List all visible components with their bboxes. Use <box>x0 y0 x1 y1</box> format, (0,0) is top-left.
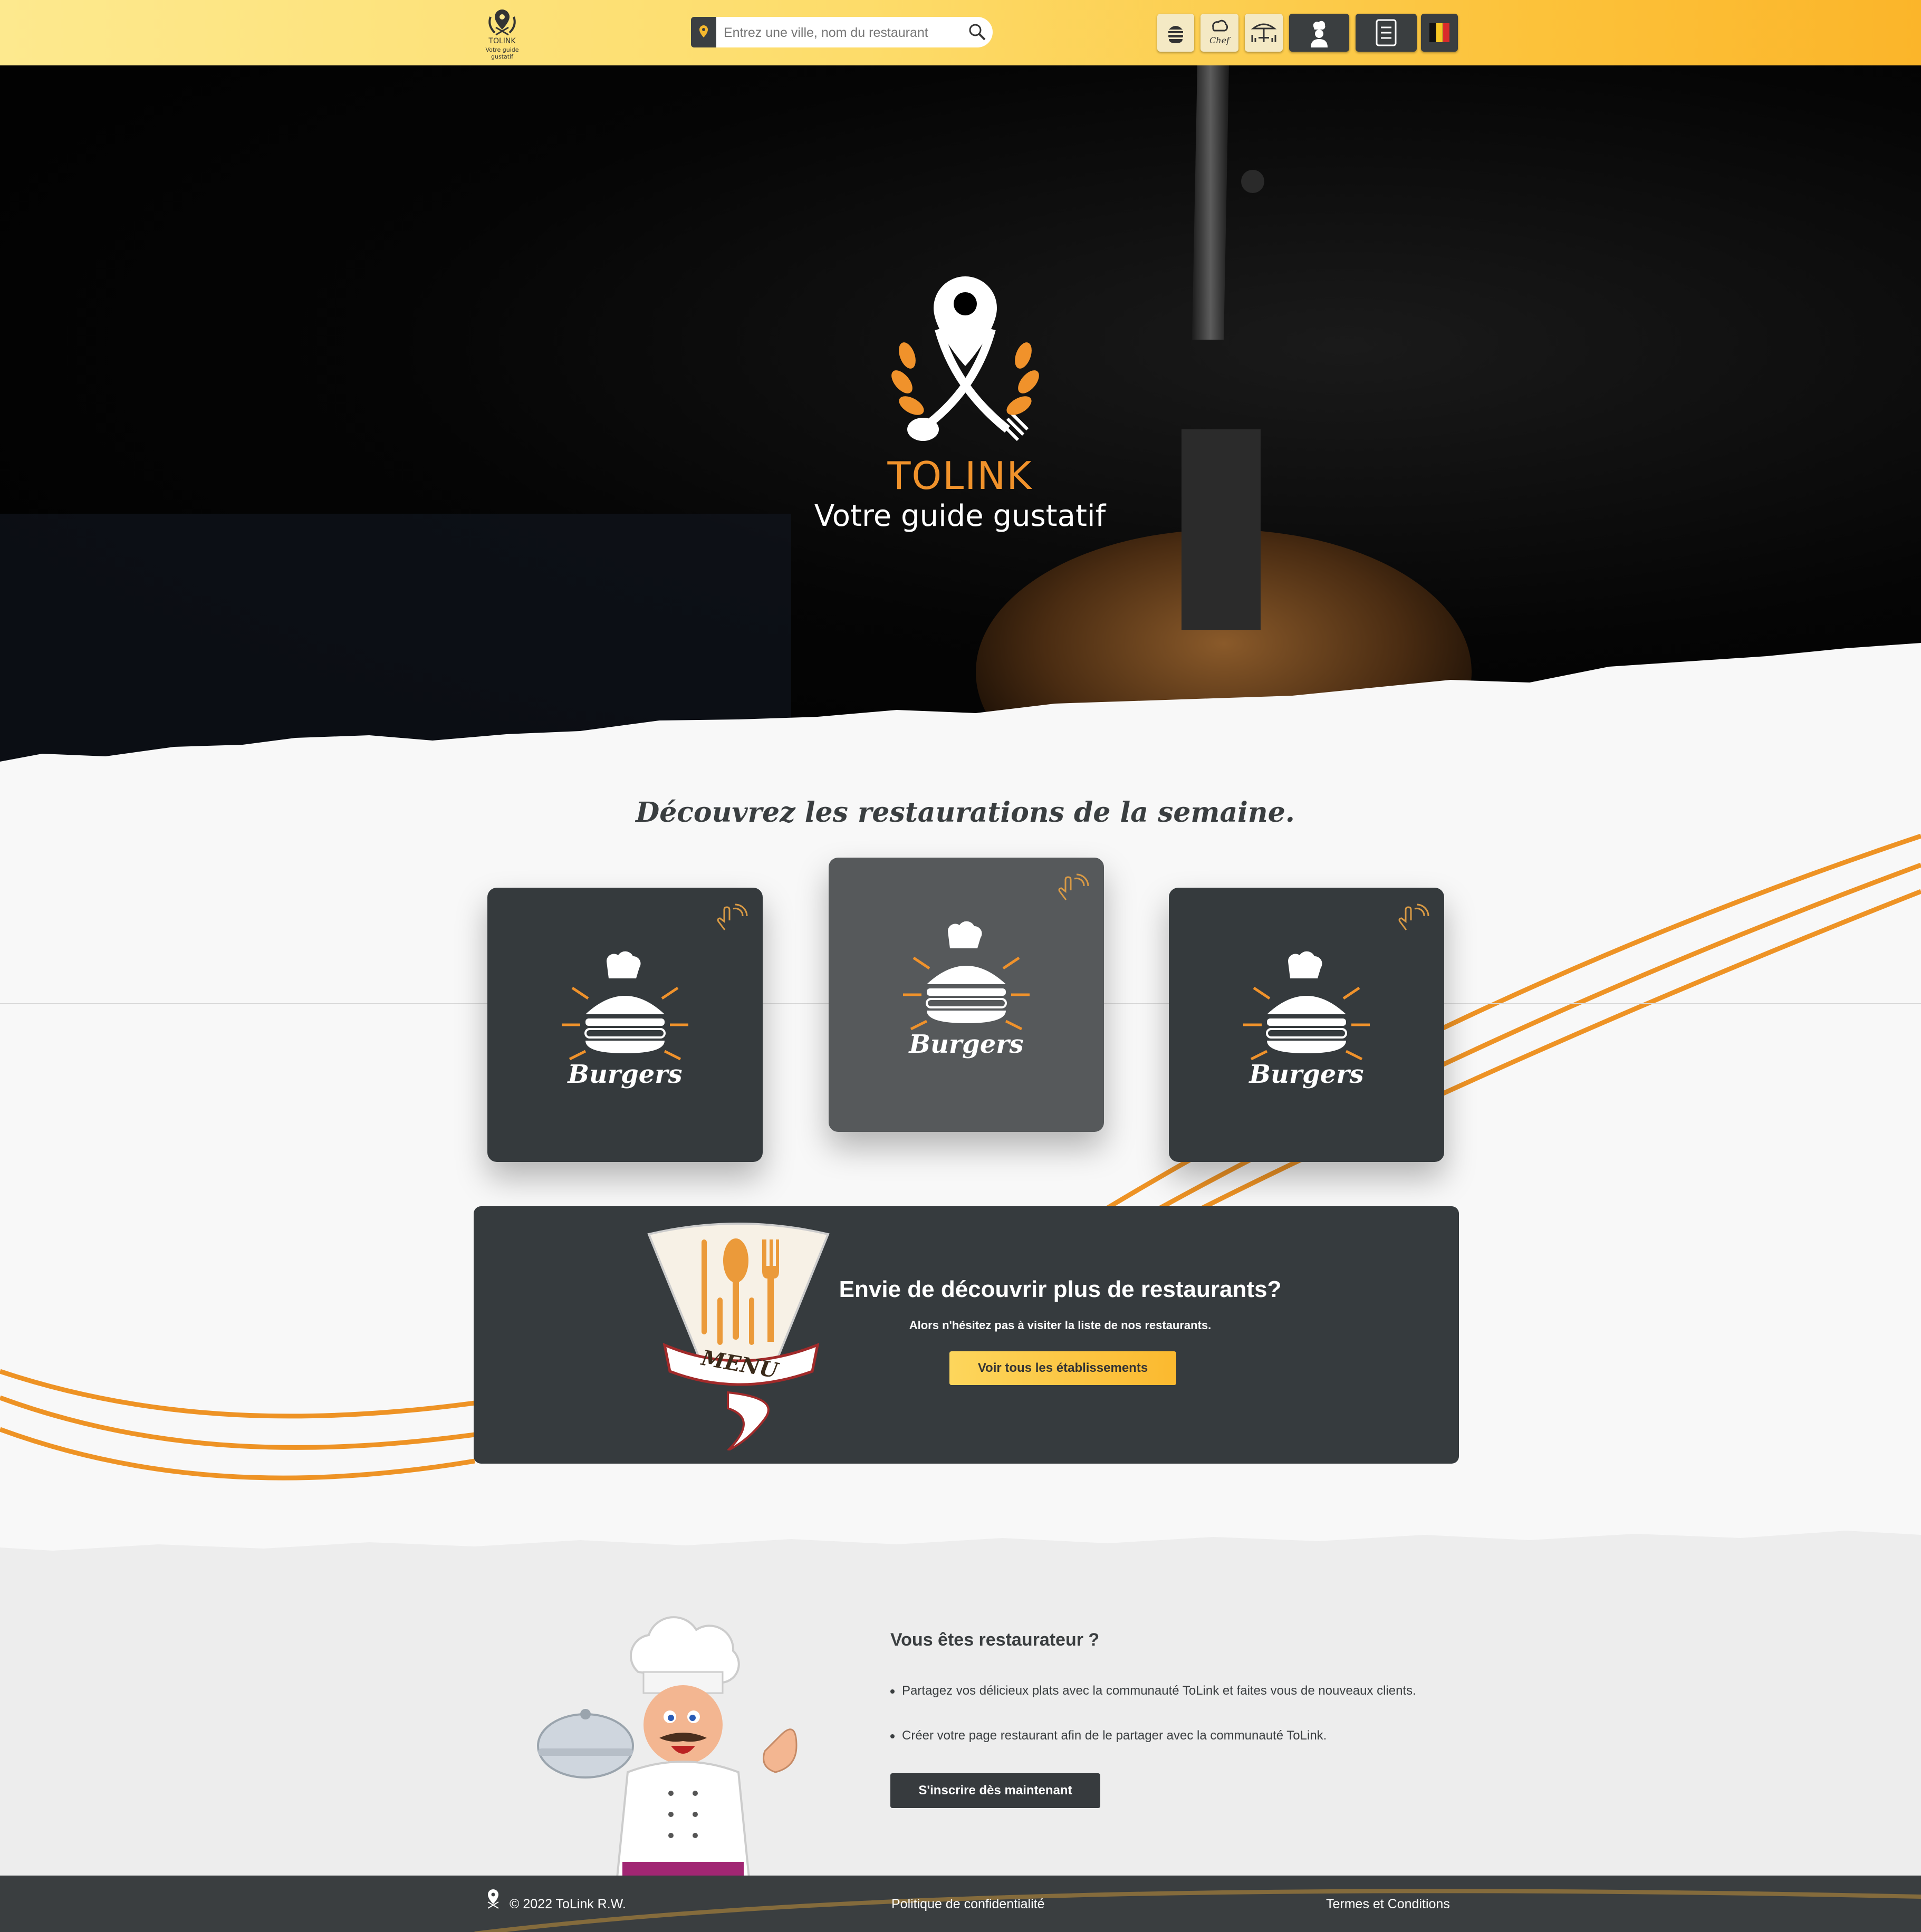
hero-subtitle: Votre guide gustatif <box>814 499 1106 533</box>
search-icon[interactable] <box>967 22 987 42</box>
restaurateur-bullet: Partagez vos délicieux plats avec la com… <box>890 1684 1416 1698</box>
discover-more-banner <box>474 1206 1459 1464</box>
burger-icon[interactable] <box>1157 14 1194 52</box>
search-bar <box>691 17 993 47</box>
chef-icon[interactable]: Chef <box>1200 14 1238 52</box>
logo-pin-icon <box>488 9 516 36</box>
menu-card-icon[interactable] <box>1356 14 1417 52</box>
burger-logo-label: Burgers <box>566 1060 682 1089</box>
burger-logo-icon: Burgers <box>1243 951 1370 1089</box>
footer: © 2022 ToLink R.W. Politique de confiden… <box>0 1876 1921 1932</box>
bullet-dot-icon <box>890 1734 895 1738</box>
tolink-logo-icon <box>891 276 1039 441</box>
tap-icon <box>1058 873 1089 900</box>
top-header: TOLINK Votre guide gustatif Chef <box>0 0 1921 65</box>
tap-icon <box>717 903 748 930</box>
footer-logo-icon[interactable] <box>480 1887 506 1919</box>
menu-cutlery-icon: MENU <box>647 1223 830 1450</box>
tap-icon <box>1398 903 1429 930</box>
bullet-dot-icon <box>890 1689 895 1694</box>
burger-logo-label: Burgers <box>908 1030 1023 1059</box>
header-logo-brand: TOLINK <box>488 37 516 45</box>
torn-paper-edge <box>0 1519 1921 1561</box>
weekly-section-title: Découvrez les restaurations de la semain… <box>636 796 1295 829</box>
restaurant-card[interactable]: Burgers <box>1169 888 1444 1162</box>
chef-mascot-image <box>537 1616 798 1878</box>
cook-icon[interactable] <box>1289 14 1349 52</box>
torn-paper-edge <box>0 643 1921 767</box>
restaurateur-section <box>0 1519 1921 1878</box>
footer-copyright: © 2022 ToLink R.W. <box>510 1897 626 1911</box>
header-logo-tagline: Votre guide gustatif <box>485 46 519 60</box>
bullet-text: Partagez vos délicieux plats avec la com… <box>902 1684 1416 1698</box>
view-all-establishments-button[interactable]: Voir tous les établissements <box>949 1351 1176 1385</box>
terrace-icon[interactable] <box>1245 14 1283 52</box>
terms-conditions-link[interactable]: Termes et Conditions <box>1326 1897 1450 1912</box>
banner-subtitle: Alors n'hésitez pas à visiter la liste d… <box>909 1319 1212 1332</box>
burger-logo-icon: Burgers <box>562 951 688 1089</box>
privacy-policy-link[interactable]: Politique de confidentialité <box>891 1897 1044 1912</box>
belgium-flag-icon[interactable] <box>1421 14 1458 52</box>
svg-text:Chef: Chef <box>1209 35 1231 45</box>
burger-logo-icon: Burgers <box>903 921 1030 1059</box>
hero-banner: TOLINK Votre guide gustatif <box>0 65 1921 767</box>
banner-title: Envie de découvrir plus de restaurants? <box>839 1276 1282 1302</box>
hero-title: TOLINK <box>887 454 1033 498</box>
bullet-text: Créer votre page restaurant afin de le p… <box>902 1728 1327 1743</box>
search-input[interactable] <box>723 23 957 42</box>
restaurant-card[interactable]: Burgers <box>487 888 763 1162</box>
header-logo[interactable]: TOLINK Votre guide gustatif <box>475 6 530 60</box>
location-pin-icon[interactable] <box>691 17 716 47</box>
signup-now-button[interactable]: S'inscrire dès maintenant <box>890 1773 1100 1808</box>
restaurant-card[interactable]: Burgers <box>829 858 1104 1132</box>
burger-logo-label: Burgers <box>1248 1060 1363 1089</box>
restaurateur-title: Vous êtes restaurateur ? <box>890 1630 1100 1650</box>
restaurateur-bullet: Créer votre page restaurant afin de le p… <box>890 1728 1327 1743</box>
